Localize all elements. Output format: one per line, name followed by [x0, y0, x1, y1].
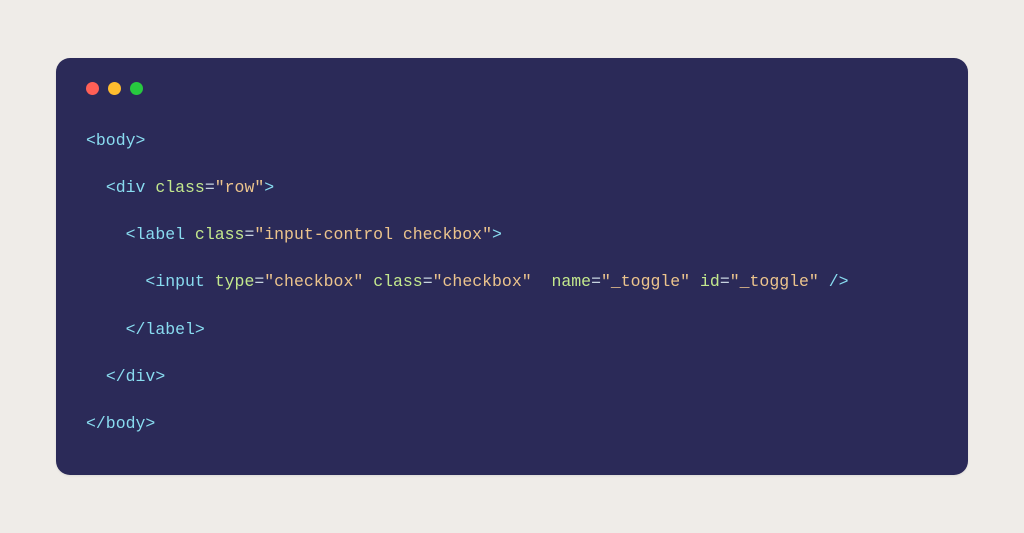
code-token: "row" [215, 178, 265, 197]
code-token: = [591, 272, 601, 291]
code-token [532, 272, 552, 291]
code-token: </div> [106, 367, 165, 386]
code-token: "input-control checkbox" [254, 225, 492, 244]
code-token [363, 272, 373, 291]
code-token: = [720, 272, 730, 291]
code-token: <input [145, 272, 214, 291]
page-background: <body> <div class="row"> <label class="i… [0, 0, 1024, 533]
code-token: <label [126, 225, 195, 244]
code-token: name [551, 272, 591, 291]
code-line: <label class="input-control checkbox"> [86, 225, 502, 244]
code-token: = [423, 272, 433, 291]
code-line: </div> [86, 367, 165, 386]
code-token: id [700, 272, 720, 291]
code-token: <div [106, 178, 156, 197]
code-line: </label> [86, 320, 205, 339]
code-token: > [264, 178, 274, 197]
code-line: <div class="row"> [86, 178, 274, 197]
code-token: /> [819, 272, 849, 291]
code-token: = [244, 225, 254, 244]
code-token: </label> [126, 320, 205, 339]
code-token: "checkbox" [264, 272, 363, 291]
code-token: "checkbox" [433, 272, 532, 291]
code-token: type [215, 272, 255, 291]
code-token: class [155, 178, 205, 197]
code-token: = [254, 272, 264, 291]
window-traffic-lights [86, 82, 938, 95]
code-token: > [492, 225, 502, 244]
code-window: <body> <div class="row"> <label class="i… [56, 58, 968, 474]
code-token: "_toggle" [601, 272, 690, 291]
code-token: = [205, 178, 215, 197]
code-line: <input type="checkbox" class="checkbox" … [86, 272, 849, 291]
code-token: class [195, 225, 245, 244]
code-line: <body> [86, 131, 145, 150]
code-line: </body> [86, 414, 155, 433]
code-block: <body> <div class="row"> <label class="i… [86, 117, 938, 446]
code-token: "_toggle" [730, 272, 819, 291]
code-token: </body> [86, 414, 155, 433]
code-token [690, 272, 700, 291]
zoom-icon [130, 82, 143, 95]
close-icon [86, 82, 99, 95]
minimize-icon [108, 82, 121, 95]
code-token: class [373, 272, 423, 291]
code-token: <body> [86, 131, 145, 150]
